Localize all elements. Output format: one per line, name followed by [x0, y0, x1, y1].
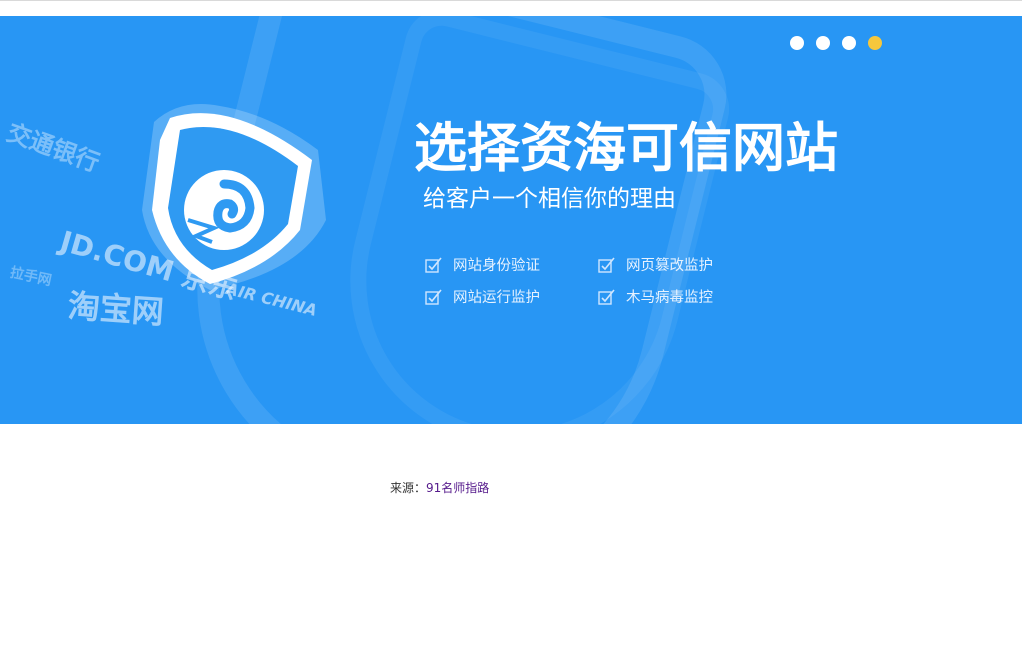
- feature-identity-verification: 网站身份验证: [425, 254, 540, 275]
- feature-label: 网站运行监护: [453, 290, 540, 306]
- banner-subheadline: 给客户一个相信你的理由: [423, 186, 676, 212]
- banner-headline: 选择资海可信网站: [414, 118, 838, 179]
- carousel-dot-1[interactable]: [790, 36, 804, 50]
- carousel-dot-4[interactable]: [868, 36, 882, 50]
- carousel-dot-3[interactable]: [842, 36, 856, 50]
- carousel-indicators: [790, 36, 882, 50]
- checkbox-check-icon: [598, 256, 615, 273]
- feature-label: 网站身份验证: [453, 258, 540, 274]
- top-divider: [0, 0, 1022, 1]
- logo-lashou: 拉手网: [8, 264, 53, 290]
- carousel-dot-2[interactable]: [816, 36, 830, 50]
- shield-logo-icon: [142, 104, 326, 290]
- logo-bankcomm: 交通银行: [3, 118, 104, 178]
- feature-operation-monitoring: 网站运行监护: [425, 286, 540, 307]
- source-attribution: 来源：91名师指路: [390, 479, 489, 496]
- feature-label: 网页篡改监护: [626, 258, 713, 274]
- feature-label: 木马病毒监控: [626, 290, 713, 306]
- feature-tamper-monitoring: 网页篡改监护: [598, 254, 713, 275]
- hero-banner[interactable]: 交通银行 JD.COM 京东 拉手网 淘宝网 AIR CHINA 选择资海可信网…: [0, 16, 1022, 424]
- feature-malware-monitoring: 木马病毒监控: [598, 286, 713, 307]
- checkbox-check-icon: [425, 288, 442, 305]
- source-link[interactable]: 91名师指路: [426, 481, 489, 495]
- checkbox-check-icon: [598, 288, 615, 305]
- checkbox-check-icon: [425, 256, 442, 273]
- source-label: 来源：: [390, 481, 427, 495]
